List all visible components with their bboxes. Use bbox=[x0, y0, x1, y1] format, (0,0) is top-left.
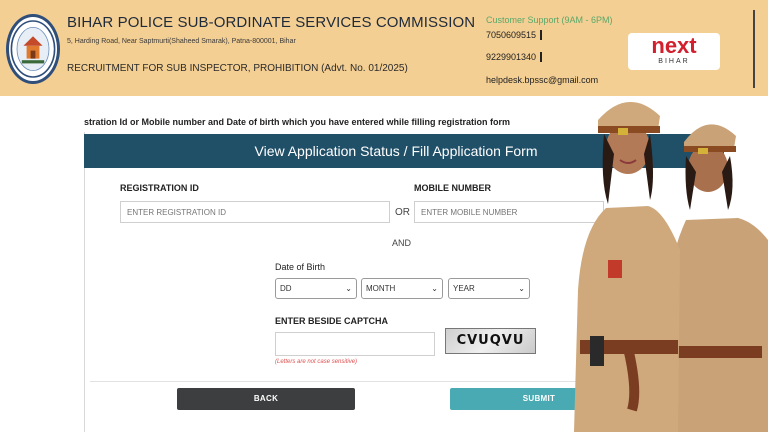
bpssc-logo bbox=[6, 14, 60, 84]
support-phone-1[interactable]: 7050609515 bbox=[486, 30, 543, 40]
brand-sub: BIHAR bbox=[658, 58, 690, 65]
police-officers-photo bbox=[574, 101, 768, 432]
support-phone-2[interactable]: 9229901340 bbox=[486, 52, 543, 62]
commission-address: 5, Harding Road, Near Saptmurti(Shaheed … bbox=[67, 38, 296, 45]
captcha-input[interactable] bbox=[275, 332, 435, 356]
registration-id-label: REGISTRATION ID bbox=[120, 183, 199, 193]
dob-year-value: YEAR bbox=[453, 284, 475, 293]
header-divider bbox=[753, 10, 755, 88]
back-button[interactable]: BACK bbox=[177, 388, 355, 410]
chevron-down-icon: ⌄ bbox=[431, 284, 438, 293]
recruitment-title: RECRUITMENT FOR SUB INSPECTOR, PROHIBITI… bbox=[67, 63, 408, 74]
or-separator: OR bbox=[395, 207, 410, 218]
mobile-number-label: MOBILE NUMBER bbox=[414, 183, 491, 193]
registration-id-input[interactable] bbox=[120, 201, 390, 223]
bpssc-emblem-icon bbox=[10, 20, 56, 78]
dob-year-select[interactable]: YEAR ⌄ bbox=[448, 278, 530, 299]
and-separator: AND bbox=[392, 238, 412, 248]
captcha-hint: (Letters are not case sensitive) bbox=[275, 359, 358, 365]
captcha-label: ENTER BESIDE CAPTCHA bbox=[275, 316, 389, 326]
form-instruction: stration Id or Mobile number and Date of… bbox=[84, 117, 511, 127]
dob-month-select[interactable]: MONTH ⌄ bbox=[361, 278, 443, 299]
chevron-down-icon: ⌄ bbox=[518, 284, 525, 293]
brand-name: next bbox=[651, 33, 697, 58]
dob-day-value: DD bbox=[280, 284, 292, 293]
commission-title: BIHAR POLICE SUB-ORDINATE SERVICES COMMI… bbox=[67, 14, 476, 31]
dob-month-value: MONTH bbox=[366, 284, 396, 293]
dob-day-select[interactable]: DD ⌄ bbox=[275, 278, 357, 299]
support-email[interactable]: helpdesk.bpssc@gmail.com bbox=[486, 75, 598, 85]
captcha-image: CVUQVU bbox=[445, 328, 536, 354]
dob-label: Date of Birth bbox=[275, 262, 326, 272]
support-hours: Customer Support (9AM - 6PM) bbox=[486, 15, 613, 25]
next-bihar-logo: next BIHAR bbox=[628, 33, 720, 70]
chevron-down-icon: ⌄ bbox=[345, 284, 352, 293]
